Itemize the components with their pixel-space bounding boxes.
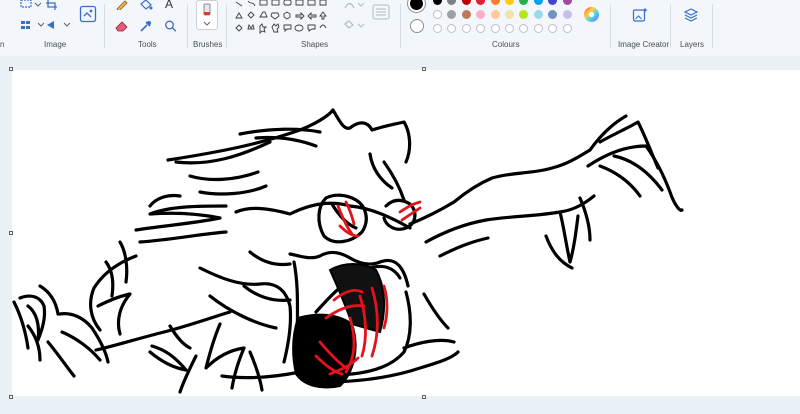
colour-swatch[interactable] — [433, 0, 442, 5]
custom-colour-slot[interactable] — [461, 24, 471, 33]
group-label-colours: Colours — [492, 40, 520, 49]
chevron-down-icon — [203, 21, 211, 26]
color-wheel-icon[interactable] — [583, 6, 600, 23]
custom-colour-slot[interactable] — [519, 24, 529, 33]
rotate-icon[interactable] — [20, 18, 46, 32]
custom-colour-slot[interactable] — [548, 24, 558, 33]
colour-swatch[interactable] — [433, 10, 442, 19]
colour-swatch[interactable] — [461, 0, 471, 5]
colour-swatch[interactable] — [476, 10, 486, 19]
crop-icon[interactable] — [45, 0, 59, 10]
group-label-image-creator: Image Creator — [618, 40, 670, 49]
colour-swatch[interactable] — [505, 0, 514, 5]
cropped-group-label: n — [0, 40, 5, 49]
fill-icon[interactable] — [139, 0, 153, 10]
custom-colour-slot[interactable] — [447, 24, 457, 33]
group-label-shapes: Shapes — [301, 40, 329, 49]
magnifier-icon[interactable] — [164, 20, 178, 32]
primary-colour[interactable] — [408, 0, 425, 12]
separator — [226, 4, 227, 48]
colour-swatch[interactable] — [562, 10, 572, 19]
colour-swatch[interactable] — [461, 10, 471, 19]
creature-drawing — [12, 108, 684, 394]
group-label-tools: Tools — [138, 40, 157, 49]
colour-swatch[interactable] — [548, 10, 558, 19]
colour-swatch[interactable] — [490, 0, 500, 5]
shapes-gallery-icon[interactable] — [234, 0, 328, 34]
colour-swatch[interactable] — [533, 0, 543, 5]
custom-colour-slot[interactable] — [533, 24, 543, 33]
text-icon[interactable]: A — [165, 0, 173, 11]
colour-swatch[interactable] — [519, 0, 529, 5]
colour-swatch[interactable] — [447, 0, 457, 5]
separator — [670, 4, 671, 48]
size-icon[interactable] — [372, 4, 390, 20]
group-label-layers: Layers — [680, 40, 705, 49]
select-icon[interactable] — [20, 0, 42, 10]
separator — [610, 4, 611, 48]
colour-swatch[interactable] — [533, 10, 543, 19]
colour-swatch[interactable] — [490, 10, 500, 19]
custom-colour-slot[interactable] — [476, 24, 486, 33]
custom-colour-slot[interactable] — [562, 24, 572, 33]
custom-colour-slot[interactable] — [505, 24, 514, 33]
outline-icon[interactable] — [343, 0, 365, 10]
fill-shape-icon[interactable] — [343, 20, 365, 32]
color-picker-icon[interactable] — [139, 20, 153, 32]
group-label-brushes: Brushes — [193, 40, 223, 49]
custom-colour-slot[interactable] — [490, 24, 500, 33]
brush-icon — [203, 3, 211, 16]
colour-swatch[interactable] — [447, 10, 457, 19]
separator — [187, 4, 188, 48]
secondary-colour[interactable] — [410, 19, 424, 33]
separator — [712, 4, 713, 48]
colour-swatch[interactable] — [548, 0, 558, 5]
colour-swatch[interactable] — [562, 0, 572, 5]
custom-colour-slot[interactable] — [433, 24, 442, 33]
flip-icon[interactable] — [45, 18, 71, 32]
image-creator-icon[interactable] — [632, 7, 648, 23]
colour-swatch[interactable] — [505, 10, 514, 19]
image-resize-icon[interactable] — [79, 5, 97, 23]
layers-icon[interactable] — [683, 7, 699, 23]
colour-swatch[interactable] — [476, 0, 486, 5]
pencil-icon[interactable] — [115, 0, 129, 10]
separator — [400, 4, 401, 48]
brush-button[interactable] — [196, 0, 218, 30]
ribbon-toolbar: n Image A Tools Brushes Shapes Colours I… — [0, 0, 800, 57]
separator — [104, 4, 105, 48]
group-label-image: Image — [44, 40, 67, 49]
colour-swatch[interactable] — [519, 10, 529, 19]
eraser-icon[interactable] — [115, 20, 129, 32]
